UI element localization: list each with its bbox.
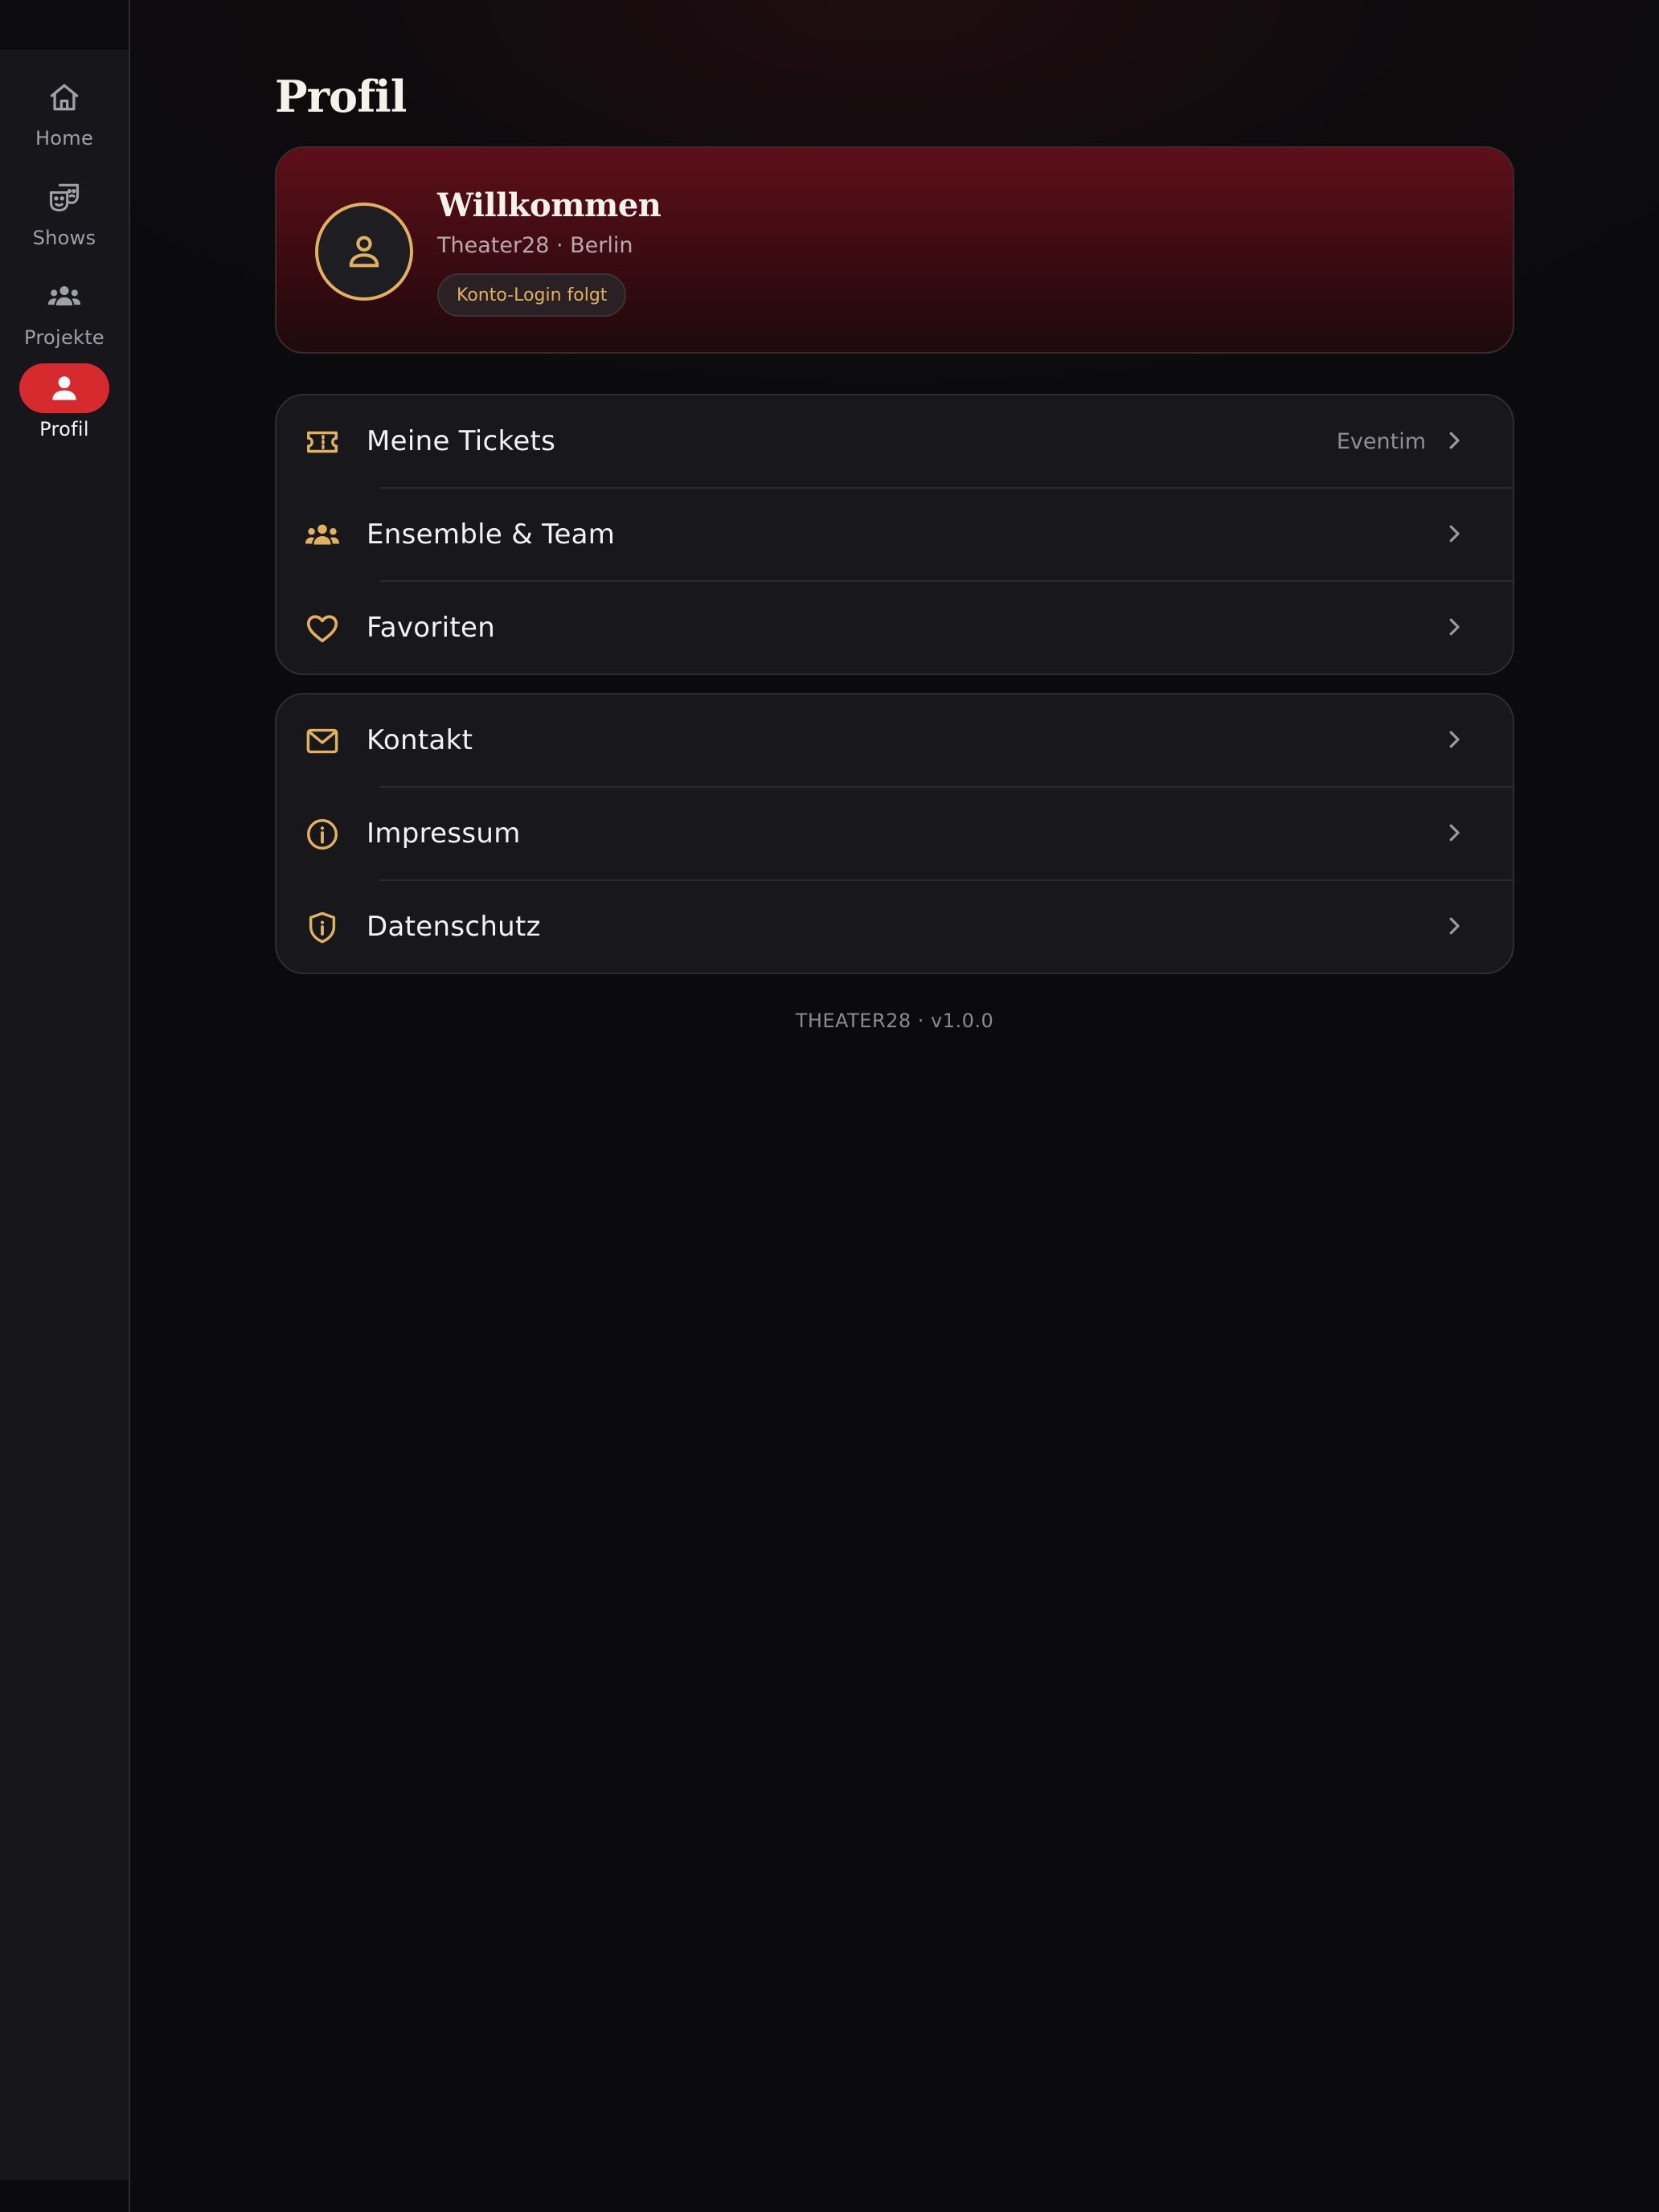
app-root: Home Shows Projekte Profil Profil Willko… <box>0 0 1659 2212</box>
menu-row-label: Favoriten <box>367 612 496 644</box>
chevron-right-icon <box>1442 522 1466 546</box>
sidebar-divider <box>129 0 130 2212</box>
menu-row-ensemble-team[interactable]: Ensemble & Team <box>276 489 1513 580</box>
ticket-icon <box>304 424 341 461</box>
sidebar-item-home[interactable]: Home <box>0 72 129 161</box>
info-icon <box>304 816 341 853</box>
avatar[interactable] <box>315 203 413 301</box>
chevron-right-icon <box>1442 428 1466 453</box>
person-icon <box>19 363 109 413</box>
profile-subtitle: Theater28 · Berlin <box>437 233 633 258</box>
menu-group-info: Kontakt Impressum Datenschutz <box>275 693 1514 974</box>
menu-row-favoriten[interactable]: Favoriten <box>276 582 1513 674</box>
profile-hero-card: Willkommen Theater28 · Berlin Konto-Logi… <box>275 146 1514 354</box>
menu-row-datenschutz[interactable]: Datenschutz <box>276 881 1513 973</box>
menu-group-main: Meine Tickets Eventim Ensemble & Team Fa… <box>275 394 1514 675</box>
app-version: THEATER28 · v1.0.0 <box>795 1010 994 1032</box>
menu-row-label: Meine Tickets <box>367 425 556 457</box>
menu-row-label: Datenschutz <box>367 911 541 943</box>
sidebar-item-profil[interactable]: Profil <box>0 363 129 452</box>
chevron-right-icon <box>1442 615 1466 639</box>
sidebar-item-label: Shows <box>32 227 96 249</box>
sidebar-item-label: Projekte <box>24 326 104 349</box>
menu-row-impressum[interactable]: Impressum <box>276 788 1513 879</box>
group-icon <box>304 517 341 554</box>
group-icon <box>19 272 109 322</box>
menu-row-label: Ensemble & Team <box>367 518 616 551</box>
sidebar-item-label: Home <box>35 127 94 150</box>
chevron-right-icon <box>1442 914 1466 938</box>
menu-row-label: Kontakt <box>367 724 473 756</box>
mail-icon <box>304 723 341 760</box>
home-icon <box>19 72 109 122</box>
shield-info-icon <box>304 909 341 946</box>
profile-title: Willkommen <box>437 186 662 224</box>
sidebar-nav: Home Shows Projekte Profil <box>0 50 129 2180</box>
menu-row-label: Impressum <box>367 817 521 850</box>
ticket-provider-label: Eventim <box>1336 428 1426 454</box>
sidebar-item-shows[interactable]: Shows <box>0 172 129 260</box>
chevron-right-icon <box>1442 821 1466 845</box>
menu-row-meine-tickets[interactable]: Meine Tickets Eventim <box>276 395 1513 487</box>
person-outline-icon <box>343 231 385 272</box>
login-status-badge: Konto-Login folgt <box>437 273 627 317</box>
heart-icon <box>304 610 341 647</box>
chevron-right-icon <box>1442 727 1466 752</box>
page-title: Profil <box>275 71 407 122</box>
sidebar-item-label: Profil <box>39 418 89 440</box>
theater-masks-icon <box>19 172 109 222</box>
sidebar-item-projekte[interactable]: Projekte <box>0 272 129 360</box>
menu-row-kontakt[interactable]: Kontakt <box>276 694 1513 786</box>
